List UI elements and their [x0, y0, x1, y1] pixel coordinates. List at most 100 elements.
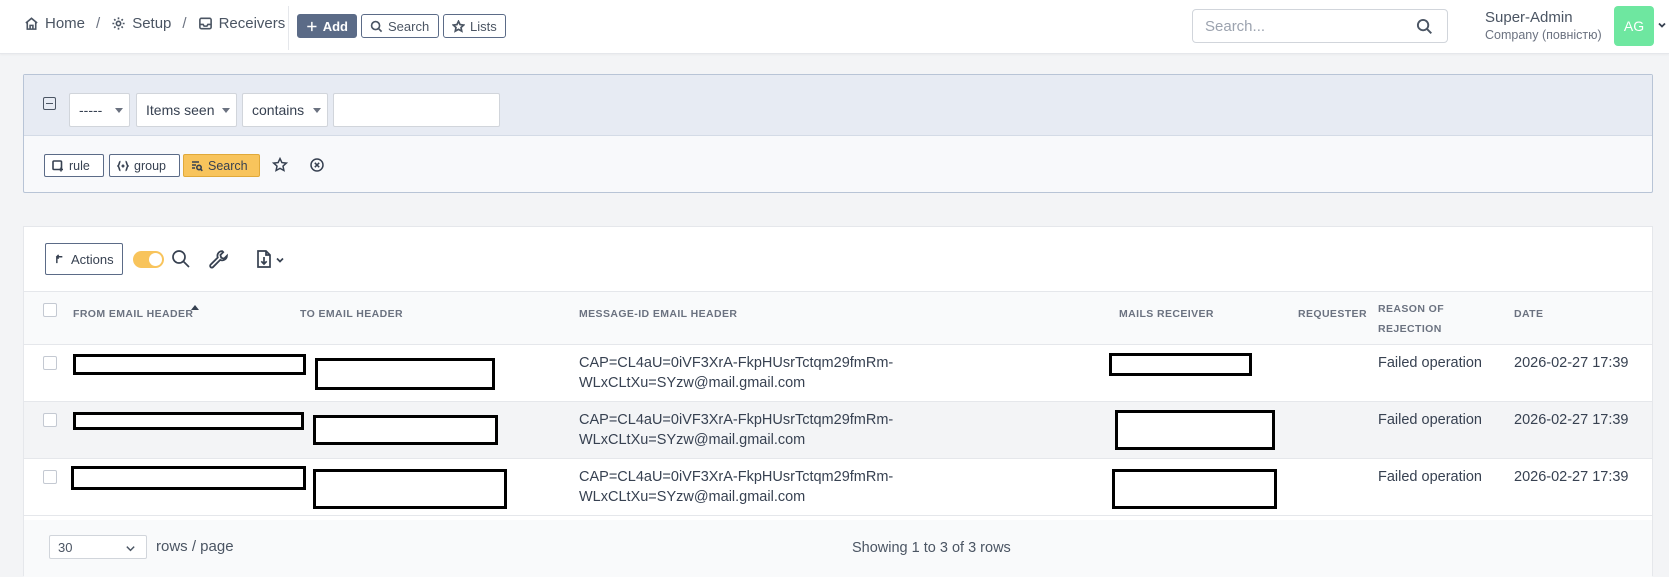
add-rule-button[interactable]: rule: [44, 154, 104, 177]
filter-search-button[interactable]: Search: [183, 154, 260, 177]
search-button[interactable]: Search: [361, 14, 439, 38]
caret-down-icon: [313, 108, 321, 113]
add-group-button[interactable]: group: [109, 154, 180, 177]
date-cell: 2026-02-27 17:39: [1514, 469, 1629, 485]
chevron-down-icon[interactable]: [1657, 20, 1667, 30]
search-button-label: Search: [388, 18, 430, 34]
user-company: Company (повністю): [1485, 28, 1602, 42]
avatar[interactable]: AG: [1614, 6, 1654, 46]
filter-search-label: Search: [208, 158, 248, 173]
column-message-id-email-header[interactable]: Message-ID email header: [579, 308, 737, 320]
rule-operator-select[interactable]: contains: [242, 93, 328, 127]
wrench-icon[interactable]: [208, 249, 229, 270]
add-button-label: Add: [322, 18, 348, 34]
select-all-checkbox[interactable]: [43, 303, 57, 317]
redacted-from-email: [73, 354, 306, 375]
breadcrumb-home-label: Home: [45, 15, 86, 32]
message-id-line2: WLxCLtXu=SYzw@mail.gmail.com: [579, 375, 806, 391]
plus-icon: [307, 21, 317, 31]
redacted-from-email: [71, 466, 306, 490]
column-requester[interactable]: Requester: [1298, 308, 1367, 320]
table-row[interactable]: CAP=CL4aU=0iVF3XrA-FkpHUsrTctqm29fmRm- W…: [24, 402, 1652, 459]
braces-icon: [117, 160, 129, 171]
message-id-line1: CAP=CL4aU=0iVF3XrA-FkpHUsrTctqm29fmRm-: [579, 412, 894, 428]
receivers-table-card: Actions From email header To email heade…: [23, 226, 1653, 577]
actions-button[interactable]: Actions: [45, 243, 123, 275]
add-rule-icon: [52, 159, 63, 171]
column-reason-line1: Reason of: [1378, 303, 1445, 315]
column-from-email-header-label: From email header: [73, 308, 194, 320]
query-rule-row: ----- Items seen contains: [24, 75, 1652, 136]
caret-down-icon: [115, 108, 123, 113]
search-icon[interactable]: [1416, 18, 1433, 35]
clear-circle-icon[interactable]: [309, 157, 325, 173]
row-checkbox[interactable]: [43, 413, 57, 427]
actions-label: Actions: [71, 251, 114, 267]
add-rule-label: rule: [69, 158, 90, 173]
lists-button[interactable]: Lists: [443, 14, 506, 38]
search-icon[interactable]: [171, 249, 191, 269]
gear-icon: [112, 17, 125, 30]
toolbar-divider: [288, 6, 289, 50]
redacted-mails-receiver: [1115, 410, 1275, 450]
inbox-icon: [198, 17, 212, 30]
arrow-return-icon: [55, 253, 63, 263]
rule-operator-value: contains: [252, 102, 305, 118]
column-reason-of-rejection[interactable]: Reason of rejection: [1378, 303, 1444, 335]
lists-button-label: Lists: [470, 18, 497, 34]
column-from-email-header[interactable]: From email header: [73, 308, 193, 320]
user-info[interactable]: Super-Admin Company (повністю): [1485, 9, 1602, 42]
search-icon: [370, 20, 383, 32]
reason-cell: Failed operation: [1378, 469, 1482, 485]
table-header: From email header To email header Messag…: [24, 291, 1652, 345]
top-bar: Home / Setup / Receivers Add Search List…: [0, 0, 1669, 54]
global-search: [1192, 9, 1448, 43]
column-mails-receiver[interactable]: Mails receiver: [1119, 308, 1214, 320]
column-date[interactable]: Date: [1514, 308, 1543, 320]
page-size-value: 30: [58, 539, 73, 555]
query-builder: ----- Items seen contains rule group Sea…: [23, 74, 1653, 193]
breadcrumb-receivers[interactable]: Receivers: [198, 15, 286, 32]
rule-field-select[interactable]: -----: [69, 93, 130, 127]
message-id-cell: CAP=CL4aU=0iVF3XrA-FkpHUsrTctqm29fmRm- W…: [579, 410, 893, 450]
reason-cell: Failed operation: [1378, 355, 1482, 371]
breadcrumb-setup[interactable]: Setup: [111, 15, 171, 32]
breadcrumb: Home / Setup / Receivers: [24, 15, 285, 32]
redacted-to-email: [315, 358, 495, 390]
sort-ascending-icon[interactable]: [191, 305, 199, 310]
redacted-to-email: [313, 469, 507, 509]
reason-cell: Failed operation: [1378, 412, 1482, 428]
star-icon[interactable]: [272, 157, 288, 173]
rule-attribute-select[interactable]: Items seen: [136, 93, 237, 127]
message-id-cell: CAP=CL4aU=0iVF3XrA-FkpHUsrTctqm29fmRm- W…: [579, 467, 893, 507]
breadcrumb-receivers-label: Receivers: [218, 15, 286, 32]
rule-value-input[interactable]: [334, 94, 499, 126]
column-to-email-header[interactable]: To email header: [300, 308, 403, 320]
user-name: Super-Admin: [1485, 9, 1573, 26]
redacted-to-email: [313, 415, 498, 445]
chevron-down-icon: [126, 546, 135, 552]
message-id-cell: CAP=CL4aU=0iVF3XrA-FkpHUsrTctqm29fmRm- W…: [579, 353, 893, 393]
breadcrumb-setup-label: Setup: [132, 15, 172, 32]
row-checkbox[interactable]: [43, 356, 57, 370]
add-button[interactable]: Add: [297, 14, 357, 38]
table-row[interactable]: CAP=CL4aU=0iVF3XrA-FkpHUsrTctqm29fmRm- W…: [24, 345, 1652, 402]
redacted-mails-receiver: [1109, 353, 1252, 376]
breadcrumb-home[interactable]: Home: [24, 15, 85, 32]
breadcrumb-separator: /: [182, 15, 187, 32]
live-search-toggle[interactable]: [133, 251, 164, 268]
message-id-line1: CAP=CL4aU=0iVF3XrA-FkpHUsrTctqm29fmRm-: [579, 469, 894, 485]
breadcrumb-separator: /: [96, 15, 101, 32]
global-search-input[interactable]: [1193, 10, 1413, 42]
collapse-icon[interactable]: [43, 97, 56, 110]
pagination-summary: Showing 1 to 3 of 3 rows: [852, 540, 1011, 556]
export-file-icon[interactable]: [254, 249, 274, 269]
message-id-line2: WLxCLtXu=SYzw@mail.gmail.com: [579, 489, 806, 505]
column-reason-line2: rejection: [1378, 323, 1442, 335]
message-id-line2: WLxCLtXu=SYzw@mail.gmail.com: [579, 432, 806, 448]
chevron-down-icon[interactable]: [276, 256, 284, 264]
filter-search-icon: [192, 160, 203, 171]
table-row[interactable]: CAP=CL4aU=0iVF3XrA-FkpHUsrTctqm29fmRm- W…: [24, 459, 1652, 516]
page-size-select[interactable]: 30: [49, 535, 147, 559]
row-checkbox[interactable]: [43, 470, 57, 484]
